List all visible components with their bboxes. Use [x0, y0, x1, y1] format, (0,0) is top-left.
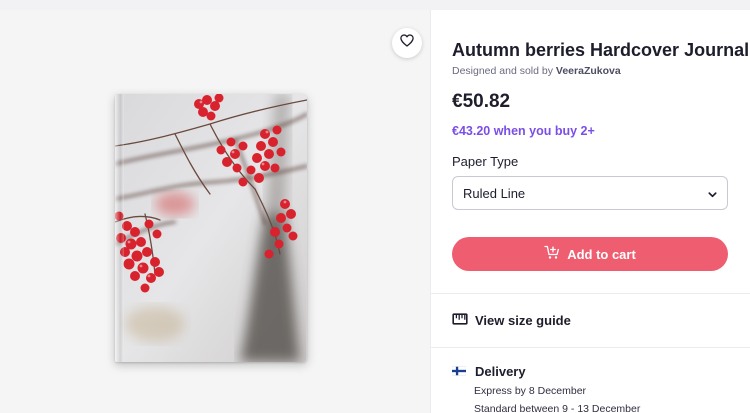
- paper-type-select[interactable]: Ruled Line: [452, 176, 728, 210]
- add-to-cart-button[interactable]: Add to cart: [452, 237, 728, 271]
- journal-spine: [115, 94, 124, 362]
- artist-link[interactable]: VeeraZukova: [556, 65, 621, 77]
- finland-flag-icon: [451, 364, 475, 379]
- chevron-down-icon: [707, 188, 718, 203]
- standard-delivery: Standard between 9 - 13 December: [474, 403, 641, 413]
- product-gallery: [0, 10, 430, 413]
- byline: Designed and sold by VeeraZukova: [452, 65, 621, 77]
- divider: [431, 293, 750, 294]
- paper-type-label: Paper Type: [452, 154, 519, 169]
- size-guide-link[interactable]: View size guide: [452, 312, 571, 329]
- heart-icon: [400, 34, 414, 52]
- divider: [431, 347, 750, 348]
- paper-type-value: Ruled Line: [463, 185, 526, 201]
- top-strip: [0, 0, 750, 10]
- favorite-button[interactable]: [392, 28, 422, 58]
- add-to-cart-label: Add to cart: [567, 246, 636, 262]
- delivery-heading: Delivery: [451, 364, 526, 379]
- product-image[interactable]: [115, 94, 307, 362]
- size-guide-label: View size guide: [475, 313, 571, 328]
- product-details-panel: Autumn berries Hardcover Journal Designe…: [430, 10, 750, 413]
- express-delivery: Express by 8 December: [474, 385, 587, 397]
- bulk-discount: €43.20 when you buy 2+: [452, 124, 595, 138]
- delivery-heading-label: Delivery: [475, 364, 526, 379]
- ruler-icon: [452, 312, 475, 329]
- byline-prefix: Designed and sold by: [452, 65, 553, 77]
- product-title: Autumn berries Hardcover Journal: [452, 40, 750, 60]
- cart-add-icon: [544, 245, 567, 263]
- price: €50.82: [452, 91, 511, 112]
